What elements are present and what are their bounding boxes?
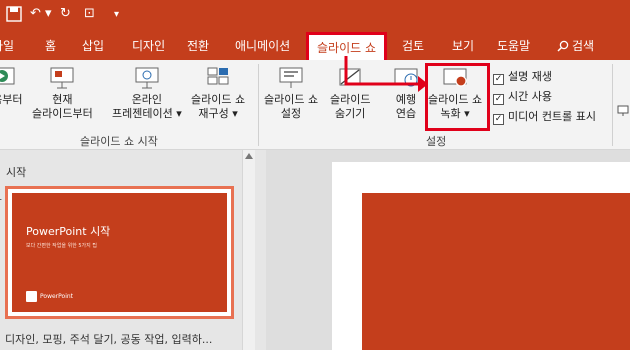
checkmark-icon: ✓ xyxy=(493,94,504,105)
thumbnail-title: PowerPoint 시작 xyxy=(26,225,111,238)
ribbon-tabs: 파일 홈 삽입 디자인 전환 애니메이션 슬라이드 쇼 검토 보기 도움말 검색 xyxy=(0,32,630,60)
ribbon: 처음부터 현재 슬라이드부터 온라인 프레젠테이션 ▾ 슬라이드 쇼 재구성 ▾… xyxy=(0,60,630,150)
tab-animations[interactable]: 애니메이션 xyxy=(235,37,290,54)
save-icon[interactable] xyxy=(6,6,22,26)
tab-insert[interactable]: 삽입 xyxy=(82,37,104,54)
custom-slideshow-button[interactable]: 슬라이드 쇼 재구성 ▾ xyxy=(191,66,245,121)
callout-arrow-icon xyxy=(344,56,428,92)
tab-design[interactable]: 디자인 xyxy=(132,37,165,54)
from-beginning-button[interactable]: 처음부터 xyxy=(0,66,22,107)
checkmark-icon: ✓ xyxy=(493,74,504,85)
play-narrations-checkbox[interactable]: ✓ 설명 재생 xyxy=(493,68,552,85)
search-icon xyxy=(557,40,569,55)
redo-icon[interactable]: ↻ xyxy=(60,6,71,21)
tab-home[interactable]: 홈 xyxy=(45,37,56,54)
setup-slideshow-button[interactable]: 슬라이드 쇼 설정 xyxy=(264,66,318,121)
search-box[interactable]: 검색 xyxy=(557,37,594,55)
thumbnail-subtitle: 보다 간편한 작업을 위한 5가지 팁 xyxy=(26,243,97,249)
search-label: 검색 xyxy=(572,39,595,53)
show-media-controls-checkbox[interactable]: ✓ 미디어 컨트롤 표시 xyxy=(493,108,596,125)
tab-help[interactable]: 도움말 xyxy=(497,37,530,54)
setup-show-icon xyxy=(279,67,303,88)
slide-background xyxy=(362,193,630,350)
group-separator xyxy=(258,64,259,146)
slide-thumbnail-pane: 시작 1 PowerPoint 시작 보다 간편한 작업을 위한 5가지 팁 P… xyxy=(0,150,255,350)
start-group-label: 슬라이드 쇼 시작 xyxy=(80,135,158,148)
thumbnail-slide: PowerPoint 시작 보다 간편한 작업을 위한 5가지 팁 PowerP… xyxy=(12,193,227,312)
checkmark-icon: ✓ xyxy=(493,114,504,125)
section-description: 디자인, 모핑, 주석 달기, 공동 작업, 입력하... xyxy=(5,333,213,346)
tab-review[interactable]: 검토 xyxy=(402,37,424,54)
current-slide[interactable] xyxy=(332,162,630,350)
slide-thumbnail[interactable]: PowerPoint 시작 보다 간편한 작업을 위한 5가지 팁 PowerP… xyxy=(5,186,234,319)
from-current-slide-button[interactable]: 현재 슬라이드부터 xyxy=(32,66,93,121)
group-separator xyxy=(612,64,613,146)
title-bar: ↶ ▾ ↻ ⊡ ▾ xyxy=(0,0,630,32)
tab-view[interactable]: 보기 xyxy=(452,37,474,54)
scroll-up-icon[interactable] xyxy=(245,153,253,159)
monitor-icon[interactable] xyxy=(617,102,629,121)
setup-group-label: 설정 xyxy=(426,135,447,148)
slide-number: 1 xyxy=(0,192,2,203)
undo-icon[interactable]: ↶ ▾ xyxy=(30,6,52,21)
present-online-button[interactable]: 온라인 프레젠테이션 ▾ xyxy=(112,66,182,121)
custom-show-icon xyxy=(207,67,229,85)
online-presentation-icon xyxy=(135,67,159,89)
thumbnail-brand: PowerPoint xyxy=(40,293,74,300)
slide-editor[interactable] xyxy=(266,150,630,350)
tab-file[interactable]: 파일 xyxy=(0,37,14,54)
customize-qat-icon[interactable]: ▾ xyxy=(114,9,119,20)
thumbnail-scrollbar[interactable] xyxy=(242,150,255,350)
record-button-highlight xyxy=(425,63,490,131)
present-icon[interactable]: ⊡ xyxy=(84,6,95,21)
presentation-stand-icon xyxy=(50,67,74,89)
powerpoint-logo-icon xyxy=(26,291,37,302)
section-title: 시작 xyxy=(6,166,27,179)
tab-transitions[interactable]: 전환 xyxy=(187,37,209,54)
use-timings-checkbox[interactable]: ✓ 시간 사용 xyxy=(493,88,552,105)
play-slideshow-icon xyxy=(0,67,15,85)
